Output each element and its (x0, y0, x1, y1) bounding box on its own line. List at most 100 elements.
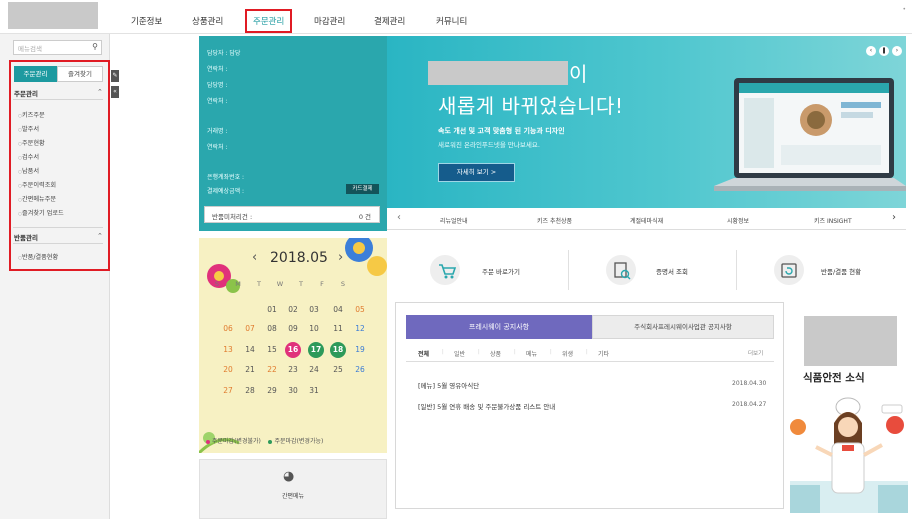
calendar-day[interactable]: 20 (220, 362, 236, 378)
legend-dot-green (268, 439, 273, 444)
calendar-day-closed-locked[interactable]: 16 (285, 342, 301, 358)
calendar-day[interactable]: 22 (264, 362, 280, 378)
chevron-right-icon[interactable]: › (338, 250, 343, 265)
banner-headline-tail: 이 (569, 62, 588, 86)
banner-menu-item[interactable]: 리뉴얼안내 (440, 216, 468, 225)
quick-order-link[interactable]: 주문 바로가기 (482, 266, 520, 276)
calendar-day[interactable]: 27 (220, 383, 236, 399)
banner-menu-item[interactable]: 시황정보 (727, 216, 749, 225)
calendar-day[interactable]: 05 (352, 302, 368, 318)
sidebar-item-order-status[interactable]: 주문현황 (18, 138, 45, 147)
calendar-day[interactable]: 08 (264, 321, 280, 337)
tab-favorites[interactable]: 즐겨찾기 (57, 66, 103, 82)
nav-product[interactable]: 상품관리 (192, 15, 223, 27)
sidebar-item-simple-menu-order[interactable]: 간편메뉴주문 (18, 194, 56, 203)
sidebar-item-order-history[interactable]: 주문이력조회 (18, 180, 56, 189)
notice-item-title[interactable]: [일반] 5월 연휴 배송 및 주문불가상품 리스트 안내 (418, 401, 555, 411)
calendar-day[interactable]: 01 (264, 302, 280, 318)
notice-category-general[interactable]: 일반 (454, 349, 465, 358)
calendar-day[interactable]: 14 (242, 342, 258, 358)
tab-freshway-notice[interactable]: 프레시웨이 공지사항 (406, 315, 592, 339)
search-icon[interactable]: ⚲ (92, 42, 98, 51)
calendar-day[interactable]: 02 (285, 302, 301, 318)
menu-search-input[interactable]: 메뉴검색 ⚲ (13, 40, 102, 55)
notice-category-menu[interactable]: 메뉴 (526, 349, 537, 358)
notice-category-all[interactable]: 전체 (418, 349, 429, 358)
category-separator: | (514, 349, 516, 355)
cart-icon[interactable] (430, 255, 460, 285)
calendar-day[interactable]: 11 (330, 321, 346, 337)
calendar-day[interactable]: 19 (352, 342, 368, 358)
caret-up-icon[interactable]: ⌃ (97, 88, 103, 96)
notice-category-etc[interactable]: 기타 (598, 349, 609, 358)
manager-label: 담당자 : 담당 (207, 50, 241, 57)
banner-menu-item[interactable]: 키즈 추천상품 (537, 216, 572, 225)
calendar-day[interactable]: 25 (330, 362, 346, 378)
calendar-day[interactable]: 06 (220, 321, 236, 337)
calendar-day[interactable]: 03 (306, 302, 322, 318)
banner-details-button[interactable]: 자세히 보기 > (438, 163, 515, 182)
pin-icon[interactable]: ✎ (111, 70, 119, 82)
unprocessed-returns-box[interactable]: 반품미처리건 : 0 건 (204, 206, 380, 223)
nav-closing[interactable]: 마감관리 (314, 15, 345, 27)
calendar-day[interactable]: 24 (306, 362, 322, 378)
sidebar-item-delivery[interactable]: 납품서 (18, 166, 39, 175)
section-return-title[interactable]: 반품관리 (14, 232, 38, 242)
calendar-day[interactable]: 13 (220, 342, 236, 358)
top-right-marker: • (902, 6, 906, 13)
simple-menu-card[interactable] (199, 459, 387, 519)
section-order-title[interactable]: 주문관리 (14, 88, 38, 98)
nav-payment[interactable]: 결제관리 (374, 15, 405, 27)
notice-category-product[interactable]: 상품 (490, 349, 501, 358)
return-box-icon[interactable] (774, 255, 804, 285)
return-status-link[interactable]: 반품/결품 현황 (821, 266, 861, 276)
calendar-day[interactable]: 07 (242, 321, 258, 337)
tab-order-management[interactable]: 주문관리 (14, 66, 57, 82)
sidebar-item-favorites-upload[interactable]: 즐겨찾기 업로드 (18, 208, 64, 217)
chevron-right-icon[interactable]: › (892, 212, 896, 223)
calendar-day[interactable]: 15 (264, 342, 280, 358)
certificate-link[interactable]: 증명서 조회 (656, 266, 688, 276)
banner-next-icon[interactable]: › (892, 46, 902, 56)
calendar-day[interactable]: 30 (285, 383, 301, 399)
nav-basic-info[interactable]: 기준정보 (131, 15, 162, 27)
tab-company-notice[interactable]: 주식회사프레시웨이사업관 공지사항 (592, 315, 774, 339)
caret-up-icon[interactable]: ⌃ (97, 232, 103, 240)
collapse-icon[interactable]: « (111, 86, 119, 98)
sidebar-item-return-status[interactable]: 반품/결품현황 (18, 252, 58, 261)
category-separator: | (442, 349, 444, 355)
sidebar-item-kids-order[interactable]: 키즈주문 (18, 110, 45, 119)
sidebar-item-purchase-order[interactable]: 발주서 (18, 124, 39, 133)
notice-more-link[interactable]: 더보기 (748, 349, 763, 357)
notice-item-title[interactable]: [메뉴] 5월 영유아식단 (418, 380, 479, 390)
food-safety-title[interactable]: 식품안전 소식 (803, 370, 865, 385)
card-payment-button[interactable]: 카드결제 (346, 184, 379, 194)
notice-category-hygiene[interactable]: 위생 (562, 349, 573, 358)
calendar-day[interactable]: 26 (352, 362, 368, 378)
info-row: 연락처 : (207, 66, 228, 73)
calendar-day[interactable]: 04 (330, 302, 346, 318)
calendar-day[interactable]: 10 (306, 321, 322, 337)
laptop-illustration (714, 78, 906, 191)
calendar-day[interactable]: 12 (352, 321, 368, 337)
calendar-day[interactable]: 28 (242, 383, 258, 399)
calendar-day[interactable]: 31 (306, 383, 322, 399)
return-label: 반품미처리건 : (212, 213, 253, 221)
simple-menu-label[interactable]: 간편메뉴 (282, 491, 304, 500)
banner-menu-item[interactable]: 키즈 INSIGHT (814, 216, 852, 225)
document-search-icon[interactable] (606, 255, 636, 285)
banner-menu-item[interactable]: 계절테마식재 (630, 216, 663, 225)
calendar-day[interactable]: 29 (264, 383, 280, 399)
nav-community[interactable]: 커뮤니티 (436, 15, 467, 27)
chevron-left-icon[interactable]: ‹ (397, 212, 401, 223)
calendar-day[interactable]: 21 (242, 362, 258, 378)
chevron-left-icon[interactable]: ‹ (252, 250, 257, 265)
weekday-label: T (257, 280, 261, 288)
banner-prev-icon[interactable]: ‹ (866, 46, 876, 56)
banner-pause-icon[interactable]: ❚ (879, 46, 889, 56)
calendar-day-closed-editable[interactable]: 17 (308, 342, 324, 358)
sidebar-item-inspection[interactable]: 검수서 (18, 152, 39, 161)
calendar-day-closed-editable[interactable]: 18 (330, 342, 346, 358)
calendar-day[interactable]: 09 (285, 321, 301, 337)
calendar-day[interactable]: 23 (285, 362, 301, 378)
